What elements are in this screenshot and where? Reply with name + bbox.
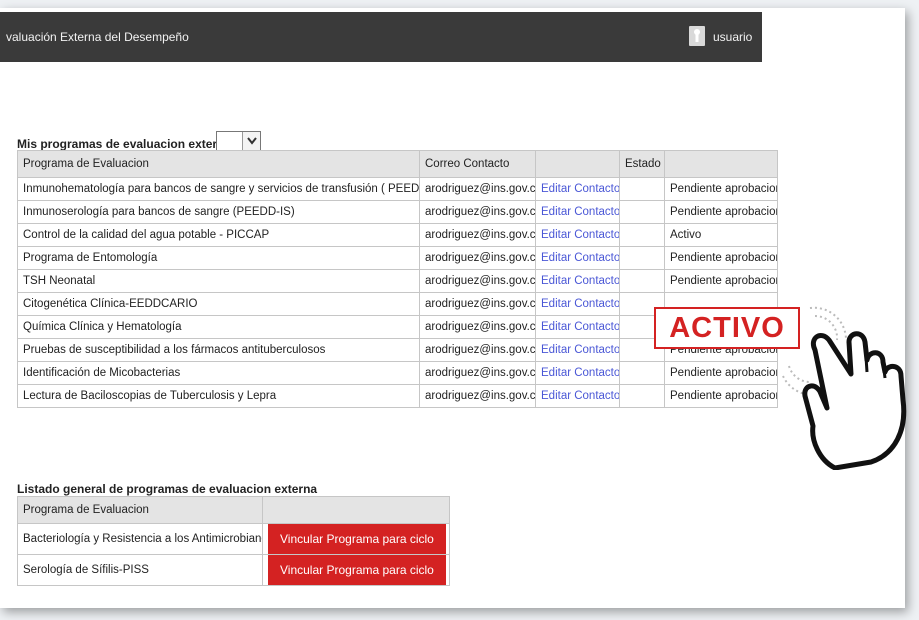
email-cell: arodriguez@ins.gov.co [419,292,536,316]
edit-contact-link[interactable]: Editar Contacto [535,384,620,408]
edit-contact-link[interactable]: Editar Contacto [535,338,620,362]
edit-contact-link[interactable]: Editar Contacto [535,292,620,316]
table-row: Bacteriología y Resistencia a los Antimi… [17,523,450,555]
table-row: Identificación de Micobacterias arodrigue… [17,361,778,385]
program-cell: Identificación de Micobacterias [17,361,420,385]
edit-contact-link[interactable]: Editar Contacto [535,177,620,201]
col-correo: Correo Contacto [419,150,536,178]
action-cell: Vincular Programa para ciclo [262,554,450,586]
app-header: valuación Externa del Desempeño usuario [0,12,762,62]
status-cell: Pendiente aprobacion [664,177,778,201]
status-cell: Pendiente aprobacion [664,269,778,293]
user-icon[interactable] [689,26,705,46]
table-row: Serología de Sífilis-PISS Vincular Progra… [17,554,450,586]
programs-filter-select[interactable] [216,131,261,151]
col-programa: Programa de Evaluacion [17,496,263,524]
table-row: Lectura de Baciloscopias de Tuberculosis… [17,384,778,408]
my-programs-table: Programa de Evaluacion Correo Contacto E… [17,150,778,408]
col-programa: Programa de Evaluacion [17,150,420,178]
link-program-button[interactable]: Vincular Programa para ciclo [268,524,446,554]
program-cell: Pruebas de susceptibilidad a los fármaco… [17,338,420,362]
status-cell: Pendiente aprobacion [664,200,778,224]
program-cell: Programa de Entomología [17,246,420,270]
program-cell: Control de la calidad del agua potable -… [17,223,420,247]
table-row: Control de la calidad del agua potable -… [17,223,778,247]
program-cell: Bacteriología y Resistencia a los Antimi… [17,523,263,555]
status-cell: Activo [664,223,778,247]
email-cell: arodriguez@ins.gov.co [419,315,536,339]
col-action [262,496,450,524]
email-cell: arodriguez@ins.gov.co [419,200,536,224]
estado-cell [619,269,665,293]
app-title: valuación Externa del Desempeño [6,30,189,44]
link-program-button[interactable]: Vincular Programa para ciclo [268,555,446,585]
edit-contact-link[interactable]: Editar Contacto [535,315,620,339]
table-header-row: Programa de Evaluacion Correo Contacto E… [17,150,778,178]
program-cell: Citogenética Clínica-EEDDCARIO [17,292,420,316]
user-menu[interactable]: usuario [713,30,762,44]
program-cell: Serología de Sífilis-PISS [17,554,263,586]
program-cell: Química Clínica y Hematología [17,315,420,339]
col-status [664,150,778,178]
chevron-down-icon[interactable] [242,132,260,150]
email-cell: arodriguez@ins.gov.co [419,177,536,201]
program-cell: TSH Neonatal [17,269,420,293]
program-cell: Inmunoserología para bancos de sangre (P… [17,200,420,224]
email-cell: arodriguez@ins.gov.co [419,338,536,362]
email-cell: arodriguez@ins.gov.co [419,246,536,270]
my-programs-title: Mis programas de evaluacion externa [17,137,232,151]
col-actions [535,150,620,178]
table-header-row: Programa de Evaluacion [17,496,450,524]
action-cell: Vincular Programa para ciclo [262,523,450,555]
email-cell: arodriguez@ins.gov.co [419,223,536,247]
estado-cell [619,246,665,270]
status-cell: Pendiente aprobacion [664,246,778,270]
estado-cell [619,177,665,201]
program-cell: Lectura de Baciloscopias de Tuberculosis… [17,384,420,408]
edit-contact-link[interactable]: Editar Contacto [535,361,620,385]
edit-contact-link[interactable]: Editar Contacto [535,269,620,293]
general-programs-table: Programa de Evaluacion Bacteriología y R… [17,496,450,586]
table-row: Programa de Entomología arodriguez@ins.go… [17,246,778,270]
table-row: Inmunoserología para bancos de sangre (P… [17,200,778,224]
email-cell: arodriguez@ins.gov.co [419,361,536,385]
edit-contact-link[interactable]: Editar Contacto [535,200,620,224]
pointing-hand-icon [782,306,907,470]
estado-cell [619,384,665,408]
email-cell: arodriguez@ins.gov.co [419,269,536,293]
status-cell: Pendiente aprobacion [664,384,778,408]
edit-contact-link[interactable]: Editar Contacto [535,246,620,270]
estado-cell [619,361,665,385]
col-estado: Estado [619,150,665,178]
estado-cell [619,200,665,224]
general-programs-title: Listado general de programas de evaluaci… [17,482,318,496]
edit-contact-link[interactable]: Editar Contacto [535,223,620,247]
program-cell: Inmunohematología para bancos de sangre … [17,177,420,201]
estado-cell [619,223,665,247]
status-cell: Pendiente aprobacion [664,361,778,385]
table-row: TSH Neonatal arodriguez@ins.gov.co Editar … [17,269,778,293]
table-row: Inmunohematología para bancos de sangre … [17,177,778,201]
email-cell: arodriguez@ins.gov.co [419,384,536,408]
